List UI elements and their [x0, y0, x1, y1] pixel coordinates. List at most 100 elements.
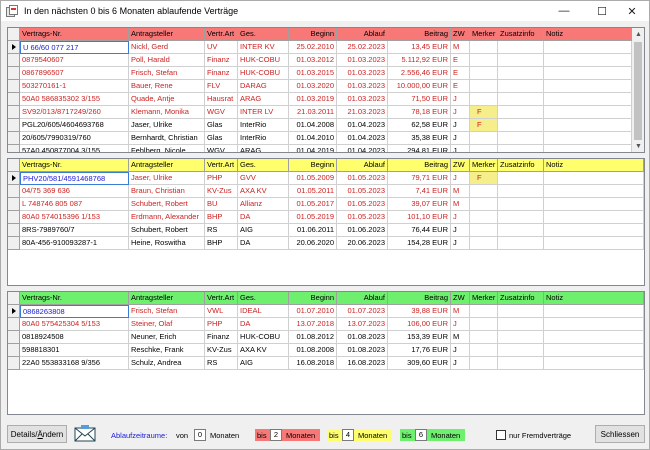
cell-ges[interactable]: INTER KV [238, 41, 289, 54]
cell-ablauf[interactable]: 01.04.2023 [337, 132, 388, 145]
cell-antr[interactable]: Klemann, Monika [129, 106, 205, 119]
cell-merker[interactable] [470, 237, 498, 250]
grid-expiring-0-2-months[interactable]: ▲ ▼ Vertrags-Nr. Antragsteller Vertr.Art Ge… [7, 27, 645, 153]
row-indicator[interactable] [8, 93, 20, 106]
column-header-antr[interactable]: Antragsteller [129, 28, 205, 41]
cell-art[interactable]: RS [205, 357, 238, 370]
cell-merker[interactable] [470, 211, 498, 224]
cell-beginn[interactable]: 01.05.2011 [289, 185, 337, 198]
cell-merker[interactable] [470, 41, 498, 54]
cell-zusatz[interactable] [498, 211, 544, 224]
maximize-button[interactable]: ☐ [585, 1, 619, 21]
scroll-thumb[interactable] [634, 42, 642, 140]
cell-art[interactable]: RS [205, 224, 238, 237]
cell-notiz[interactable] [544, 331, 644, 344]
cell-zw[interactable]: M [451, 185, 470, 198]
cell-beginn[interactable]: 01.03.2015 [289, 67, 337, 80]
column-header-zw[interactable]: ZW [451, 28, 470, 41]
cell-ges[interactable]: INTER LV [238, 106, 289, 119]
cell-zw[interactable]: E [451, 67, 470, 80]
cell-antr[interactable]: Erdmann, Alexander [129, 211, 205, 224]
cell-notiz[interactable] [544, 198, 644, 211]
cell-ablauf[interactable]: 01.07.2023 [337, 305, 388, 318]
cell-zw[interactable]: J [451, 318, 470, 331]
cell-antr[interactable]: Reschke, Frank [129, 344, 205, 357]
cell-vnr[interactable]: PHV20/581/4591468768 [20, 172, 129, 185]
table-row[interactable]: PGL20/605/4604693768 Jaser, Ulrike Glas Int… [8, 119, 632, 132]
cell-ges[interactable]: AIG [238, 357, 289, 370]
cell-zusatz[interactable] [498, 119, 544, 132]
cell-merker[interactable] [470, 54, 498, 67]
cell-merker[interactable]: F [470, 119, 498, 132]
cell-beginn[interactable]: 01.04.2010 [289, 132, 337, 145]
column-header-art[interactable]: Vertr.Art [205, 28, 238, 41]
cell-antr[interactable]: Schulz, Andrea [129, 357, 205, 370]
cell-antr[interactable]: Heine, Roswitha [129, 237, 205, 250]
cell-beginn[interactable]: 01.03.2012 [289, 54, 337, 67]
cell-ablauf[interactable]: 01.03.2023 [337, 67, 388, 80]
grid-expiring-2-4-months[interactable]: Vertrags-Nr. Antragsteller Vertr.Art Ges. Be… [7, 158, 645, 286]
cell-beitrag[interactable]: 7,41 EUR [388, 185, 451, 198]
cell-antr[interactable]: Quade, Antje [129, 93, 205, 106]
scroll-down-icon[interactable]: ▼ [632, 140, 644, 152]
cell-art[interactable]: Glas [205, 119, 238, 132]
cell-ablauf[interactable]: 21.03.2023 [337, 106, 388, 119]
table-row[interactable]: 0879540607 Poll, Harald Finanz HUK-COBU 01.0… [8, 54, 632, 67]
cell-ges[interactable]: GVV [238, 172, 289, 185]
cell-beitrag[interactable]: 17,76 EUR [388, 344, 451, 357]
cell-ges[interactable]: InterRio [238, 119, 289, 132]
cell-antr[interactable]: Schubert, Robert [129, 198, 205, 211]
cell-zusatz[interactable] [498, 172, 544, 185]
row-indicator[interactable] [8, 357, 20, 370]
cell-zw[interactable]: E [451, 54, 470, 67]
column-header-beitrag[interactable]: Beitrag [388, 28, 451, 41]
cell-beitrag[interactable]: 101,10 EUR [388, 211, 451, 224]
cell-merker[interactable]: F [470, 172, 498, 185]
column-header-zusatz[interactable]: Zusatzinfo [498, 28, 544, 41]
cell-zusatz[interactable] [498, 224, 544, 237]
cell-vnr[interactable]: 0818924508 [20, 331, 129, 344]
cell-vnr[interactable]: 80A0 574015396 1/153 [20, 211, 129, 224]
cell-zw[interactable]: J [451, 93, 470, 106]
row-indicator[interactable] [8, 145, 20, 152]
column-header-art[interactable]: Vertr.Art [205, 159, 238, 172]
cell-vnr[interactable]: 57A0 450877004 3/155 [20, 145, 129, 152]
cell-beginn[interactable]: 13.07.2018 [289, 318, 337, 331]
cell-antr[interactable]: Steiner, Olaf [129, 318, 205, 331]
cell-notiz[interactable] [544, 172, 644, 185]
cell-art[interactable]: BHP [205, 237, 238, 250]
table-row[interactable]: SV92/013/8717249/260 Klemann, Monika WGV IN… [8, 106, 632, 119]
column-header-merker[interactable]: Merker [470, 28, 498, 41]
cell-art[interactable]: BHP [205, 211, 238, 224]
cell-ablauf[interactable]: 20.06.2023 [337, 237, 388, 250]
cell-zw[interactable]: J [451, 224, 470, 237]
cell-ges[interactable]: HUK-COBU [238, 54, 289, 67]
cell-zusatz[interactable] [498, 198, 544, 211]
cell-zw[interactable]: J [451, 119, 470, 132]
cell-beginn[interactable]: 01.07.2010 [289, 305, 337, 318]
column-header-ablauf[interactable]: Ablauf [337, 159, 388, 172]
cell-merker[interactable] [470, 185, 498, 198]
row-indicator[interactable] [8, 344, 20, 357]
cell-zusatz[interactable] [498, 344, 544, 357]
cell-notiz[interactable] [544, 106, 632, 119]
column-header-ges[interactable]: Ges. [238, 159, 289, 172]
cell-beitrag[interactable]: 76,44 EUR [388, 224, 451, 237]
cell-art[interactable]: Finanz [205, 331, 238, 344]
cell-beitrag[interactable]: 294,81 EUR [388, 145, 451, 152]
bis-green-months-input[interactable]: 6 [415, 429, 427, 441]
cell-art[interactable]: Finanz [205, 67, 238, 80]
cell-ablauf[interactable]: 01.05.2023 [337, 185, 388, 198]
cell-vnr[interactable]: 22A0 553833168 9/356 [20, 357, 129, 370]
cell-zw[interactable]: J [451, 237, 470, 250]
column-header-vnr[interactable]: Vertrags-Nr. [20, 28, 129, 41]
cell-art[interactable]: FLV [205, 80, 238, 93]
cell-ablauf[interactable]: 01.08.2023 [337, 344, 388, 357]
cell-antr[interactable]: Bauer, Rene [129, 80, 205, 93]
cell-vnr[interactable]: 598818301 [20, 344, 129, 357]
cell-merker[interactable]: F [470, 106, 498, 119]
cell-art[interactable]: PHP [205, 318, 238, 331]
row-indicator[interactable] [8, 224, 20, 237]
cell-ablauf[interactable]: 01.08.2023 [337, 331, 388, 344]
table-row[interactable]: 80A0 575425304 5/153 Steiner, Olaf PHP DA 13… [8, 318, 644, 331]
